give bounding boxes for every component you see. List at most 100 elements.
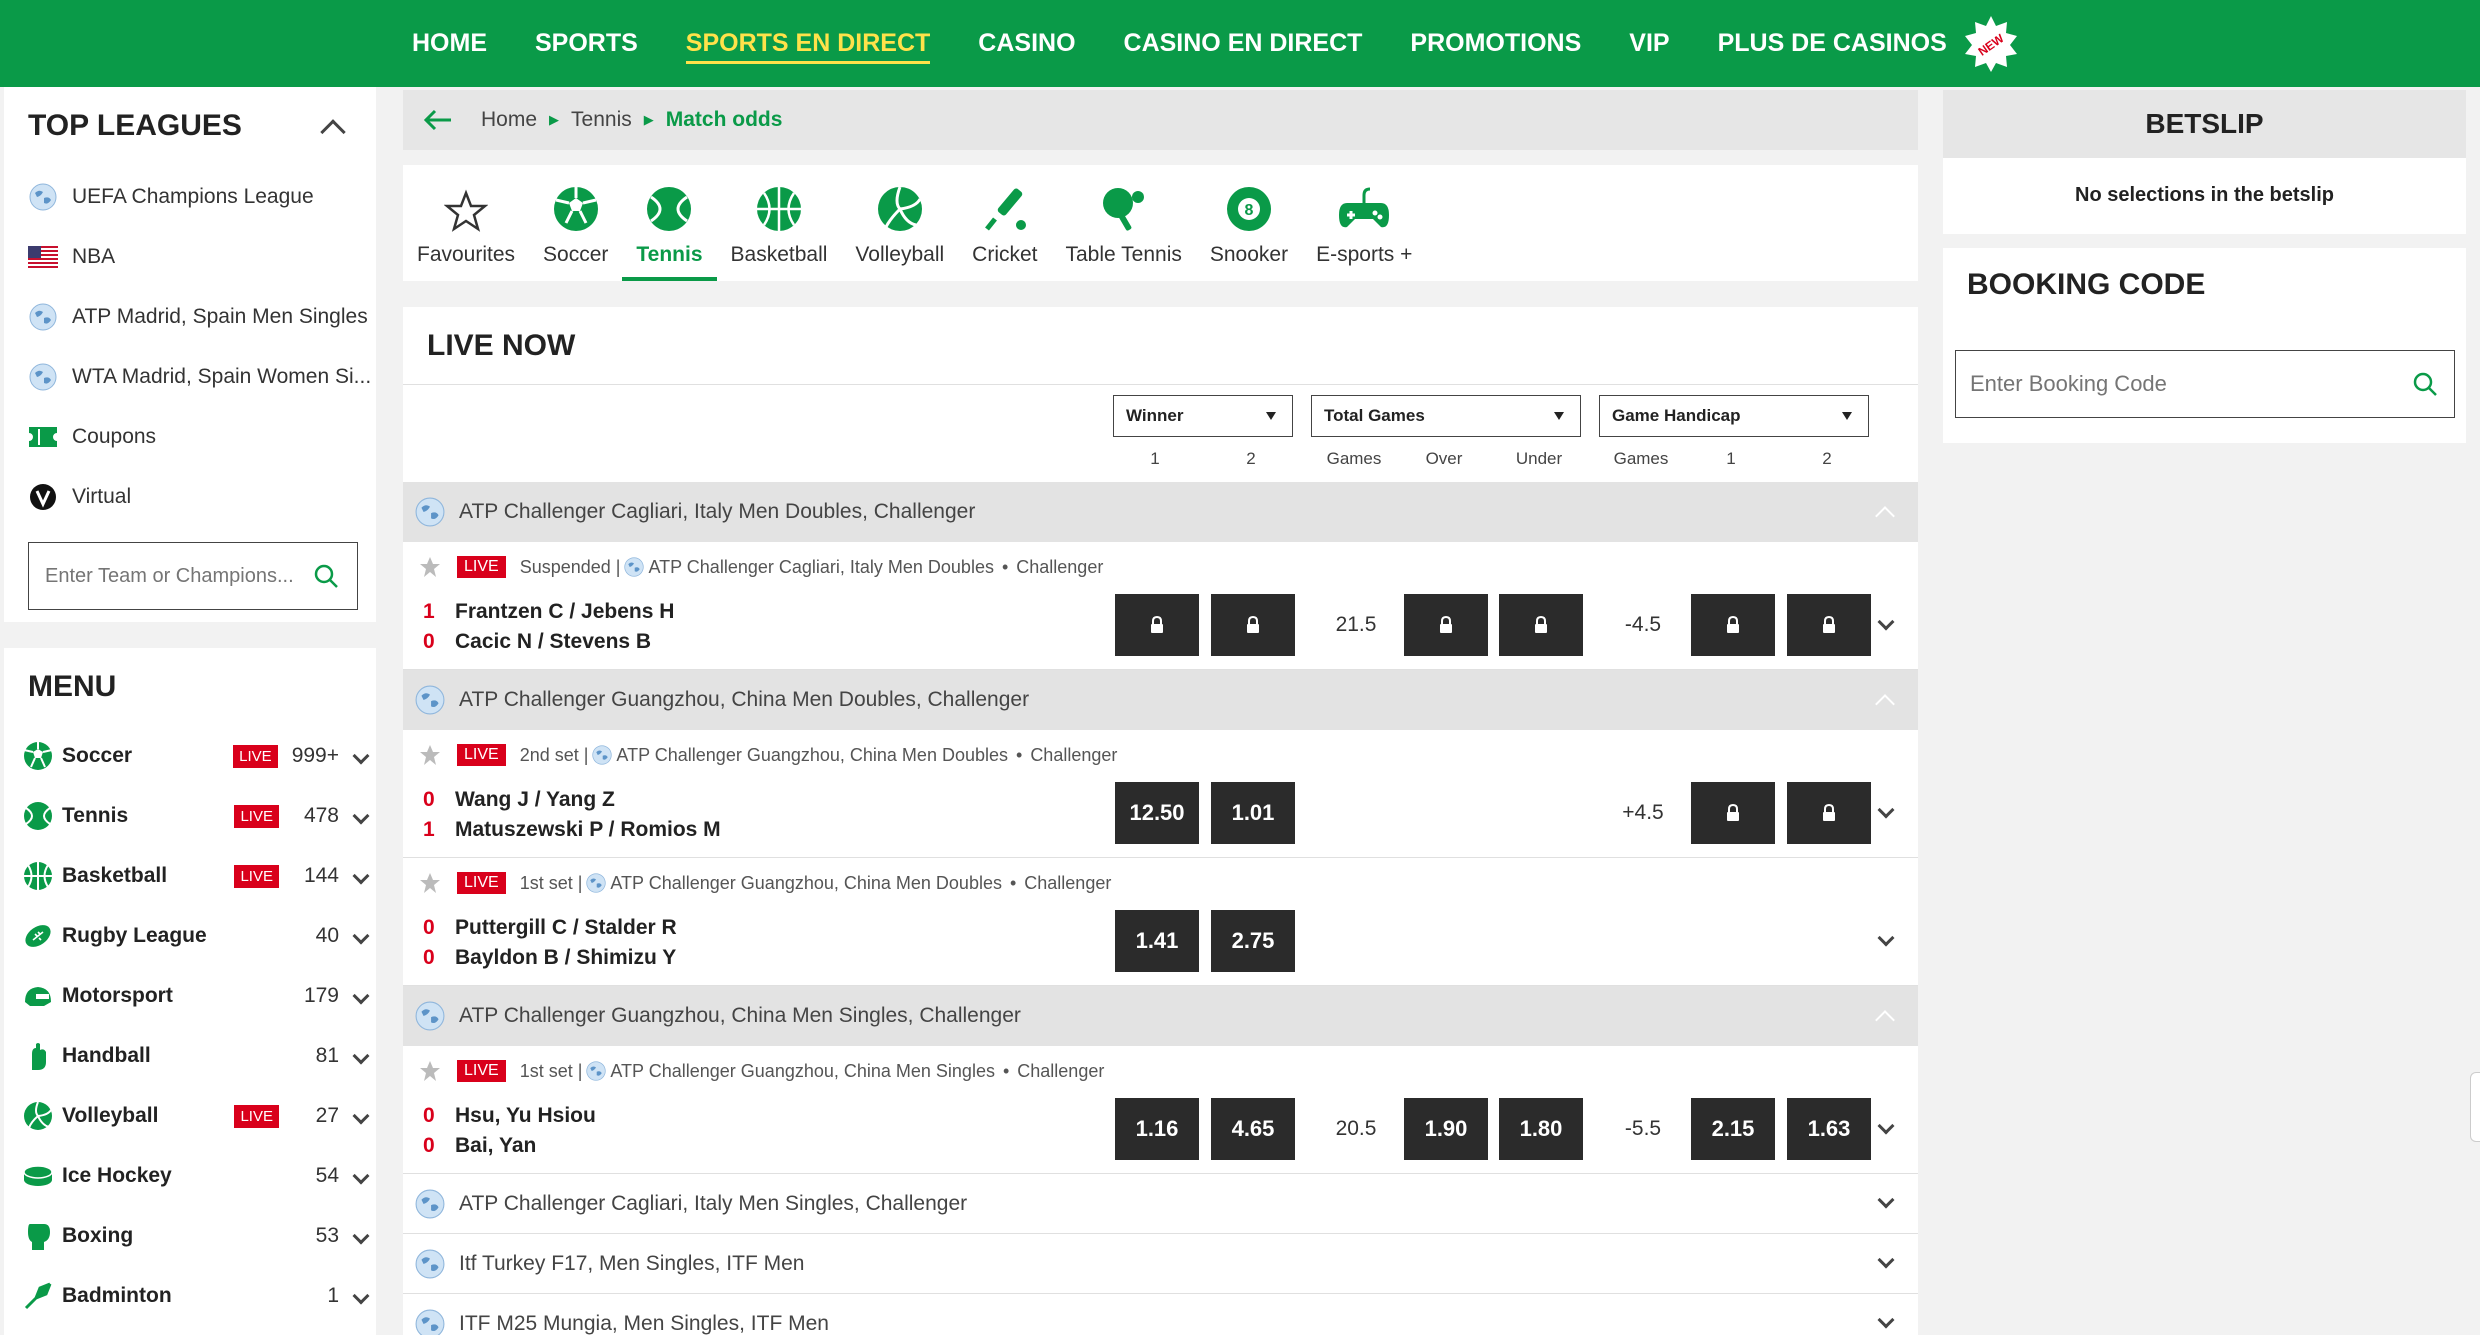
expand-chevron-down-icon[interactable] <box>352 927 370 945</box>
menu-item-basketball[interactable]: Basketball LIVE 144 <box>22 851 370 901</box>
odds-button-hcp2[interactable]: 1.63 <box>1787 1098 1871 1160</box>
expand-chevron-down-icon[interactable] <box>1877 1251 1895 1269</box>
basketball-icon <box>756 187 801 231</box>
odds-button-hcp1[interactable]: 2.15 <box>1691 1098 1775 1160</box>
nav-home[interactable]: HOME <box>388 0 511 87</box>
odds-button-winner2[interactable]: 1.01 <box>1211 782 1295 844</box>
competition-group-header[interactable]: ATP Challenger Cagliari, Italy Men Doubl… <box>403 482 1918 542</box>
league-item-uefa[interactable]: UEFA Champions League <box>28 177 314 217</box>
menu-item-tennis[interactable]: Tennis LIVE 478 <box>22 791 370 841</box>
competition-group-header-collapsed[interactable]: ITF M25 Mungia, Men Singles, ITF Men <box>403 1294 1918 1335</box>
expand-chevron-down-icon[interactable] <box>1877 1191 1895 1209</box>
menu-item-handball[interactable]: Handball 81 <box>22 1031 370 1081</box>
expand-chevron-down-icon[interactable] <box>1877 1311 1895 1329</box>
odds-button-locked[interactable] <box>1499 594 1583 656</box>
expand-chevron-down-icon[interactable] <box>352 987 370 1005</box>
league-item-wta-madrid[interactable]: WTA Madrid, Spain Women Si... <box>28 357 371 397</box>
sport-tab-esports[interactable]: E-sports + <box>1302 165 1426 281</box>
sport-tab-snooker[interactable]: 8 Snooker <box>1196 165 1302 281</box>
expand-chevron-down-icon[interactable] <box>352 747 370 765</box>
league-item-coupons[interactable]: Coupons <box>28 417 156 457</box>
competition-group-header[interactable]: ATP Challenger Guangzhou, China Men Sing… <box>403 986 1918 1046</box>
winner-market-select[interactable]: Winner <box>1113 395 1293 437</box>
nav-plus-de-casinos[interactable]: PLUS DE CASINOS <box>1694 0 1971 87</box>
menu-item-rugby-league[interactable]: Rugby League 40 <box>22 911 370 961</box>
match-row[interactable]: LIVE 1st set | ATP Challenger Guangzhou, C… <box>403 858 1918 986</box>
expand-chevron-down-icon[interactable] <box>352 807 370 825</box>
menu-item-soccer[interactable]: Soccer LIVE 999+ <box>22 731 370 781</box>
odds-button-winner1[interactable]: 12.50 <box>1115 782 1199 844</box>
favourite-star-icon[interactable] <box>419 556 441 578</box>
competition-group-header-collapsed[interactable]: Itf Turkey F17, Men Singles, ITF Men <box>403 1234 1918 1294</box>
odds-button-locked[interactable] <box>1691 594 1775 656</box>
expand-chevron-down-icon[interactable] <box>1877 929 1895 947</box>
dropdown-caret-icon <box>1842 412 1852 420</box>
match-row[interactable]: LIVE Suspended | ATP Challenger Cagliari, … <box>403 542 1918 670</box>
menu-item-badminton[interactable]: Badminton 1 <box>22 1271 370 1321</box>
search-icon[interactable] <box>313 563 339 589</box>
expand-chevron-down-icon[interactable] <box>1877 1117 1895 1135</box>
search-icon[interactable] <box>2412 371 2438 397</box>
collapse-chevron-up-icon[interactable] <box>1875 506 1895 526</box>
collapse-chevron-up-icon[interactable] <box>1875 694 1895 714</box>
sport-tab-basketball[interactable]: Basketball <box>717 165 842 281</box>
team-search-input[interactable] <box>45 564 305 588</box>
nav-promotions[interactable]: PROMOTIONS <box>1386 0 1605 87</box>
odds-button-locked[interactable] <box>1115 594 1199 656</box>
match-row[interactable]: LIVE 1st set | ATP Challenger Guangzhou, C… <box>403 1046 1918 1174</box>
menu-item-ice-hockey[interactable]: Ice Hockey 54 <box>22 1151 370 1201</box>
favourite-star-icon[interactable] <box>419 744 441 766</box>
odds-button-locked[interactable] <box>1404 594 1488 656</box>
sport-tab-table-tennis[interactable]: Table Tennis <box>1052 165 1196 281</box>
nav-casino[interactable]: CASINO <box>954 0 1099 87</box>
expand-chevron-down-icon[interactable] <box>352 1047 370 1065</box>
odds-button-winner2[interactable]: 2.75 <box>1211 910 1295 972</box>
menu-item-volleyball[interactable]: Volleyball LIVE 27 <box>22 1091 370 1141</box>
back-arrow-icon[interactable] <box>423 109 453 131</box>
game-handicap-market-select[interactable]: Game Handicap <box>1599 395 1869 437</box>
nav-vip[interactable]: VIP <box>1605 0 1693 87</box>
competition-name: ATP Challenger Cagliari, Italy Men Doubl… <box>459 500 976 523</box>
total-games-market-select[interactable]: Total Games <box>1311 395 1581 437</box>
side-feedback-tab[interactable] <box>2470 1072 2480 1142</box>
odds-button-winner1[interactable]: 1.41 <box>1115 910 1199 972</box>
odds-button-locked[interactable] <box>1691 782 1775 844</box>
sport-tab-volleyball[interactable]: Volleyball <box>841 165 958 281</box>
expand-chevron-down-icon[interactable] <box>352 867 370 885</box>
expand-chevron-down-icon[interactable] <box>352 1107 370 1125</box>
nav-sports[interactable]: SPORTS <box>511 0 662 87</box>
expand-chevron-down-icon[interactable] <box>352 1287 370 1305</box>
league-item-nba[interactable]: NBA <box>28 237 115 277</box>
collapse-chevron-up-icon[interactable] <box>320 119 346 145</box>
odds-button-winner2[interactable]: 4.65 <box>1211 1098 1295 1160</box>
favourite-star-icon[interactable] <box>419 872 441 894</box>
breadcrumb-tennis[interactable]: Tennis <box>571 108 632 132</box>
odds-button-over[interactable]: 1.90 <box>1404 1098 1488 1160</box>
sport-tab-tennis[interactable]: Tennis <box>622 165 717 281</box>
nav-sports-en-direct[interactable]: SPORTS EN DIRECT <box>662 0 954 87</box>
expand-chevron-down-icon[interactable] <box>352 1227 370 1245</box>
expand-chevron-down-icon[interactable] <box>1877 613 1895 631</box>
odds-button-locked[interactable] <box>1787 782 1871 844</box>
expand-chevron-down-icon[interactable] <box>1877 801 1895 819</box>
odds-button-locked[interactable] <box>1787 594 1871 656</box>
odds-button-winner1[interactable]: 1.16 <box>1115 1098 1199 1160</box>
league-item-virtual[interactable]: Virtual <box>28 477 131 517</box>
menu-item-motorsport[interactable]: Motorsport 179 <box>22 971 370 1021</box>
breadcrumb-home[interactable]: Home <box>481 108 537 132</box>
odds-button-under[interactable]: 1.80 <box>1499 1098 1583 1160</box>
menu-item-boxing[interactable]: Boxing 53 <box>22 1211 370 1261</box>
competition-group-header[interactable]: ATP Challenger Guangzhou, China Men Doub… <box>403 670 1918 730</box>
booking-code-input[interactable] <box>1970 371 2390 397</box>
competition-group-header-collapsed[interactable]: ATP Challenger Cagliari, Italy Men Singl… <box>403 1174 1918 1234</box>
favourite-star-icon[interactable] <box>419 1060 441 1082</box>
sport-tab-cricket[interactable]: Cricket <box>958 165 1051 281</box>
sport-tab-favourites[interactable]: Favourites <box>403 165 529 281</box>
sport-tab-soccer[interactable]: Soccer <box>529 165 622 281</box>
expand-chevron-down-icon[interactable] <box>352 1167 370 1185</box>
match-row[interactable]: LIVE 2nd set | ATP Challenger Guangzhou, C… <box>403 730 1918 858</box>
odds-button-locked[interactable] <box>1211 594 1295 656</box>
collapse-chevron-up-icon[interactable] <box>1875 1010 1895 1030</box>
league-item-atp-madrid[interactable]: ATP Madrid, Spain Men Singles <box>28 297 368 337</box>
nav-casino-en-direct[interactable]: CASINO EN DIRECT <box>1100 0 1387 87</box>
